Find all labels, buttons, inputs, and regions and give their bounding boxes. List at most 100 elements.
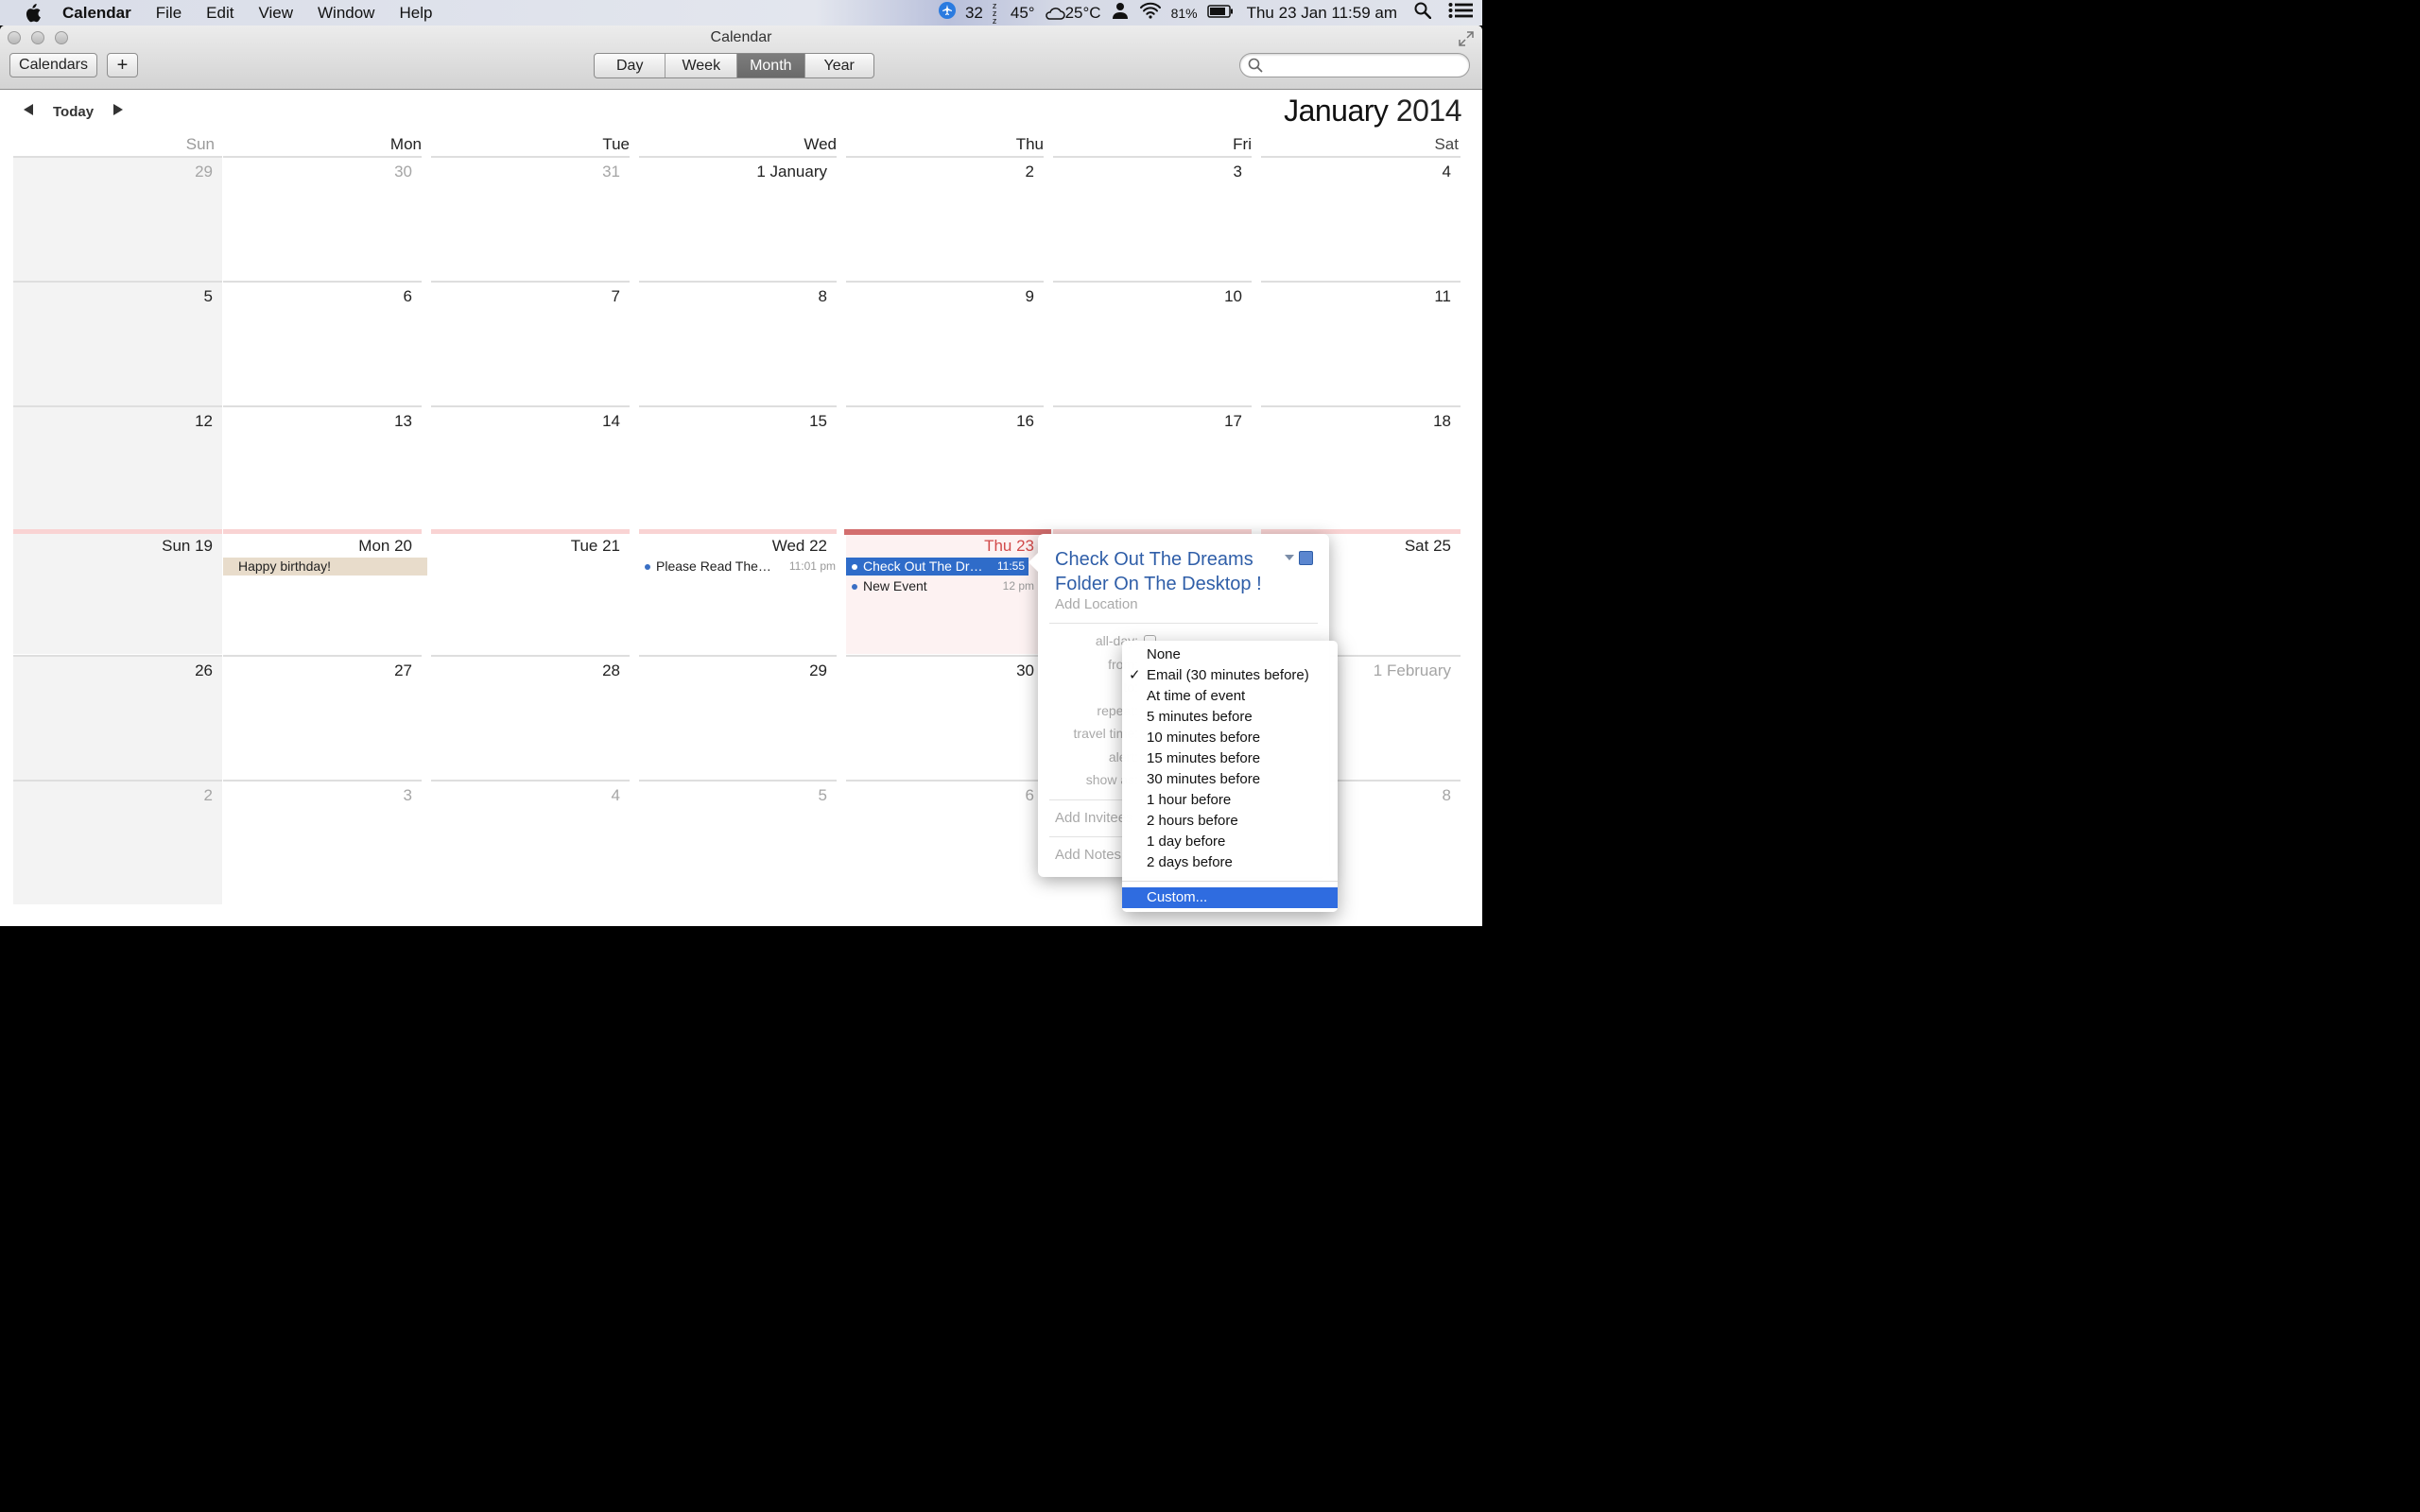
day-cell[interactable]: 10 — [1053, 281, 1252, 405]
battery-icon[interactable] — [1206, 4, 1234, 23]
status-count[interactable]: 32 — [965, 4, 983, 23]
today-button[interactable]: Today — [53, 104, 94, 120]
alert-option-none[interactable]: None — [1122, 644, 1338, 665]
alert-option-label: 1 hour before — [1147, 792, 1232, 808]
apple-menu-icon[interactable] — [23, 3, 42, 23]
menu-help[interactable]: Help — [387, 4, 444, 23]
day-cell[interactable]: 13 — [223, 405, 422, 530]
location-field[interactable]: Add Location — [1055, 596, 1138, 612]
alert-option-1-hour[interactable]: 1 hour before — [1122, 790, 1338, 811]
day-cell[interactable]: 11 — [1261, 281, 1461, 405]
add-event-button[interactable]: + — [107, 53, 138, 77]
status-datetime[interactable]: Thu 23 Jan 11:59 am — [1247, 4, 1397, 23]
menu-edit[interactable]: Edit — [194, 4, 246, 23]
menu-window[interactable]: Window — [305, 4, 387, 23]
day-cell[interactable]: 30 — [223, 156, 422, 281]
day-number: Sat 25 — [1404, 537, 1451, 555]
day-cell[interactable]: 16 — [846, 405, 1044, 530]
day-cell[interactable]: 5 — [639, 780, 837, 904]
calendar-chooser-chevron-icon[interactable] — [1285, 555, 1294, 560]
alert-option-at-time[interactable]: At time of event — [1122, 686, 1338, 707]
next-month-button[interactable] — [112, 103, 124, 121]
event-please-read[interactable]: Please Read The… 11:01 pm — [639, 558, 839, 576]
day-cell[interactable]: 1 January — [639, 156, 837, 281]
calendars-button[interactable]: Calendars — [9, 53, 97, 77]
day-number: Sun 19 — [162, 537, 213, 555]
day-cell[interactable]: 15 — [639, 405, 837, 530]
weather-cloud-icon[interactable]: 25°C — [1045, 4, 1101, 23]
notification-center-icon[interactable] — [1448, 2, 1473, 24]
day-cell[interactable]: 4 — [1261, 156, 1461, 281]
day-cell[interactable]: 17 — [1053, 405, 1252, 530]
wifi-icon[interactable] — [1139, 2, 1162, 24]
add-notes-field[interactable]: Add Notes — [1055, 847, 1121, 863]
fullscreen-icon[interactable] — [1458, 30, 1475, 47]
day-cell[interactable]: 31 — [431, 156, 630, 281]
alert-option-30-min[interactable]: 30 minutes before — [1122, 769, 1338, 790]
alert-option-15-min[interactable]: 15 minutes before — [1122, 748, 1338, 769]
tab-year[interactable]: Year — [805, 54, 873, 77]
day-cell[interactable]: 3 — [1053, 156, 1252, 281]
tab-day[interactable]: Day — [595, 54, 666, 77]
day-cell[interactable]: 9 — [846, 281, 1044, 405]
event-new-event[interactable]: New Event 12 pm — [846, 577, 1038, 595]
day-cell[interactable]: 2 — [846, 156, 1044, 281]
day-number: Mon 20 — [358, 537, 412, 555]
zzz-icon[interactable]: zzz — [993, 1, 1001, 25]
status-temp-2: 25°C — [1064, 3, 1101, 22]
day-cell[interactable]: 6 — [846, 780, 1044, 904]
day-cell[interactable]: 3 — [223, 780, 422, 904]
event-happy-birthday[interactable]: Happy birthday! — [223, 558, 427, 576]
day-cell[interactable]: 4 — [431, 780, 630, 904]
alert-option-2-hours[interactable]: 2 hours before — [1122, 811, 1338, 832]
day-number: 8 — [1442, 786, 1451, 804]
day-cell[interactable]: Sun 19 — [13, 529, 222, 654]
event-dot-icon — [852, 563, 857, 570]
day-number: 30 — [1016, 662, 1034, 679]
event-title-field[interactable]: Check Out The Dreams Folder On The Deskt… — [1055, 547, 1291, 596]
day-number: 5 — [818, 786, 827, 804]
day-cell[interactable]: 29 — [13, 156, 222, 281]
day-cell[interactable]: 28 — [431, 655, 630, 780]
alert-option-email-30[interactable]: ✓ Email (30 minutes before) — [1122, 665, 1338, 686]
alert-option-5-min[interactable]: 5 minutes before — [1122, 707, 1338, 728]
day-cell[interactable]: Wed 22 — [639, 529, 837, 654]
alert-option-custom[interactable]: Custom... — [1122, 887, 1338, 908]
day-cell[interactable]: 29 — [639, 655, 837, 780]
day-cell[interactable]: Tue 21 — [431, 529, 630, 654]
menu-file[interactable]: File — [144, 4, 194, 23]
day-cell[interactable]: 30 — [846, 655, 1044, 780]
previous-month-button[interactable] — [23, 103, 34, 121]
alert-option-2-days[interactable]: 2 days before — [1122, 852, 1338, 873]
day-number: 4 — [611, 786, 620, 804]
day-cell[interactable]: 6 — [223, 281, 422, 405]
day-cell[interactable]: 7 — [431, 281, 630, 405]
menu-separator — [1122, 881, 1338, 882]
battery-percent[interactable]: 81% — [1171, 6, 1198, 21]
alert-option-10-min[interactable]: 10 minutes before — [1122, 728, 1338, 748]
day-cell[interactable]: 14 — [431, 405, 630, 530]
view-switcher: Day Week Month Year — [594, 53, 874, 78]
tab-week[interactable]: Week — [666, 54, 738, 77]
day-number: 5 — [203, 287, 213, 305]
spotlight-icon[interactable] — [1414, 2, 1432, 24]
day-cell[interactable]: 26 — [13, 655, 222, 780]
day-cell[interactable]: 27 — [223, 655, 422, 780]
menu-view[interactable]: View — [246, 4, 305, 23]
search-input[interactable] — [1239, 53, 1470, 77]
day-cell[interactable]: 2 — [13, 780, 222, 904]
day-cell[interactable]: 18 — [1261, 405, 1461, 530]
day-cell[interactable]: 12 — [13, 405, 222, 530]
alert-option-1-day[interactable]: 1 day before — [1122, 832, 1338, 852]
airplane-icon[interactable] — [938, 2, 956, 24]
day-cell[interactable]: Mon 20 — [223, 529, 422, 654]
event-check-out-dreams[interactable]: Check Out The Dr… 11:55 — [846, 558, 1028, 576]
day-cell[interactable]: 8 — [639, 281, 837, 405]
tab-month[interactable]: Month — [737, 54, 805, 77]
calendar-color-swatch[interactable] — [1299, 551, 1313, 565]
day-cell[interactable]: 5 — [13, 281, 222, 405]
user-icon[interactable] — [1111, 1, 1130, 25]
menu-app-name[interactable]: Calendar — [50, 4, 144, 23]
alert-option-label: 2 hours before — [1147, 813, 1238, 829]
status-temp-1[interactable]: 45° — [1011, 4, 1035, 23]
